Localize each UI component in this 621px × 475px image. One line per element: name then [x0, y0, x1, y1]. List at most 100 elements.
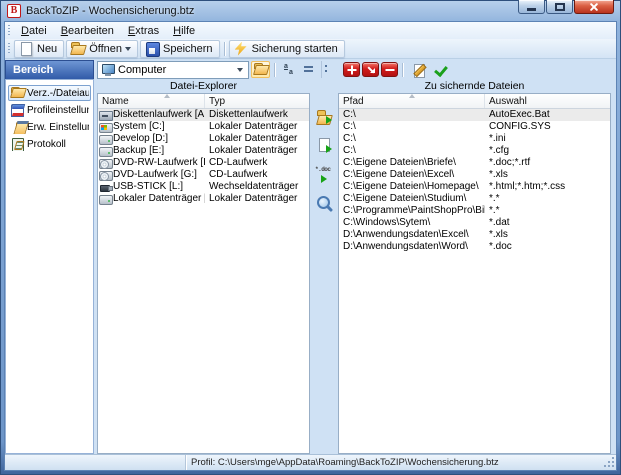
combo-dropdown-arrow[interactable]: [234, 63, 245, 77]
drive-combo[interactable]: Computer: [97, 61, 249, 79]
column-header-auswahl[interactable]: Auswahl: [485, 94, 610, 108]
save-floppy-icon: [144, 42, 160, 56]
toolbar-grip[interactable]: [8, 43, 10, 54]
drive-row[interactable]: DVD-Laufwerk [G:] CD-Laufwerk: [98, 169, 309, 181]
drive-name: Develop [D:]: [113, 133, 168, 145]
maximize-button[interactable]: [546, 0, 573, 14]
new-button-label: Neu: [37, 43, 57, 55]
drive-type: Lokaler Datenträger: [209, 121, 297, 132]
new-document-icon: [18, 42, 34, 56]
backup-path: C:\Eigene Dateien\Studium\: [343, 193, 466, 204]
start-backup-button[interactable]: Sicherung starten: [229, 40, 345, 58]
drive-type: Lokaler Datenträger: [209, 133, 297, 144]
sidebar-header: Bereich: [5, 60, 94, 79]
backup-row[interactable]: D:\Anwendungsdaten\Excel\ *.xls: [339, 229, 610, 241]
open-dropdown-arrow[interactable]: [125, 47, 131, 51]
menu-hilfe[interactable]: Hilfe: [166, 23, 202, 38]
backup-rows: C:\ AutoExec.Bat C:\ CONFIG.SYS C:\ *.in…: [339, 109, 610, 453]
drive-row[interactable]: Backup [E:] Lokaler Datenträger: [98, 145, 309, 157]
backup-row[interactable]: C:\ CONFIG.SYS: [339, 121, 610, 133]
right-toolbar-separator: [402, 63, 403, 77]
drive-row[interactable]: Diskettenlaufwerk [A:] Diskettenlaufwerk: [98, 109, 309, 121]
close-icon: [589, 2, 599, 12]
add-special-button[interactable]: [362, 62, 379, 77]
menu-bearbeiten[interactable]: Bearbeiten: [54, 23, 121, 38]
drive-name: USB-STICK [L:]: [113, 181, 183, 193]
backup-path: C:\Eigene Dateien\Homepage\: [343, 181, 479, 192]
backup-row[interactable]: C:\ *.cfg: [339, 145, 610, 157]
sidebar-item[interactable]: Verz.-/Dateiauswahl: [8, 85, 91, 101]
menu-extras[interactable]: Extras: [121, 23, 166, 38]
backup-files-panel: Zu sichernde Dateien Pfad Auswahl: [338, 80, 611, 454]
backup-caption: Zu sichernde Dateien: [338, 80, 611, 93]
drive-icon: [99, 158, 112, 169]
resize-grip[interactable]: [604, 457, 615, 468]
add-mask-button[interactable]: [313, 165, 335, 185]
save-button[interactable]: Speichern: [140, 40, 220, 58]
backup-row[interactable]: C:\Eigene Dateien\Excel\ *.xls: [339, 169, 610, 181]
new-button[interactable]: Neu: [14, 40, 64, 58]
backup-row[interactable]: C:\Eigene Dateien\Studium\ *.*: [339, 193, 610, 205]
sidebar-item[interactable]: Profileinstellungen: [8, 102, 91, 118]
close-button[interactable]: [574, 0, 614, 14]
add-entry-button[interactable]: [343, 62, 360, 77]
drive-icon: [99, 122, 112, 133]
transfer-buttons: [310, 80, 338, 454]
drive-row[interactable]: System [C:] Lokaler Datenträger: [98, 121, 309, 133]
column-header-typ[interactable]: Typ: [205, 94, 309, 108]
backup-selection: *.*: [489, 205, 500, 216]
column-header-pfad[interactable]: Pfad: [339, 94, 485, 108]
sort-button[interactable]: [281, 61, 298, 78]
backup-row[interactable]: C:\ *.ini: [339, 133, 610, 145]
file-explorer-panel: Datei-Explorer Name Typ: [97, 80, 310, 454]
minimize-icon: [527, 8, 536, 11]
drive-row[interactable]: USB-STICK [L:] Wechseldatenträger: [98, 181, 309, 193]
folder-options-button[interactable]: [251, 61, 270, 78]
backup-path: C:\: [343, 145, 356, 156]
backup-path: D:\Anwendungsdaten\Word\: [343, 241, 468, 252]
search-button[interactable]: [313, 194, 335, 214]
app-window: B BackToZIP - Wochensicherung.btz Datei …: [0, 0, 621, 475]
drive-type: CD-Laufwerk: [209, 169, 267, 180]
sidebar-item[interactable]: Protokoll: [8, 136, 91, 152]
menu-datei[interactable]: Datei: [14, 23, 54, 38]
add-file-button[interactable]: [313, 136, 335, 156]
add-folder-icon: [316, 110, 334, 126]
backup-row[interactable]: C:\Windows\Sytem\ *.dat: [339, 217, 610, 229]
sidebar-item-icon: [10, 138, 24, 150]
drive-row[interactable]: Develop [D:] Lokaler Datenträger: [98, 133, 309, 145]
toolbar-overflow[interactable]: [321, 61, 330, 78]
titlebar[interactable]: B BackToZIP - Wochensicherung.btz: [0, 0, 621, 21]
sidebar-item-label: Protokoll: [27, 139, 66, 150]
open-button[interactable]: Öffnen: [66, 40, 138, 58]
drive-row[interactable]: Lokaler Datenträger [M:] Lokaler Datentr…: [98, 193, 309, 205]
drive-icon: [99, 194, 112, 205]
backup-row[interactable]: C:\Eigene Dateien\Briefe\ *.doc;*.rtf: [339, 157, 610, 169]
sidebar-item[interactable]: Erw. Einstellungen: [8, 119, 91, 135]
column-header-name[interactable]: Name: [98, 94, 205, 108]
view-details-button[interactable]: [300, 61, 317, 78]
backup-row[interactable]: C:\Programme\PaintShopPro\Bilder\ *.*: [339, 205, 610, 217]
backup-selection: AutoExec.Bat: [489, 109, 550, 120]
backup-row[interactable]: D:\Anwendungsdaten\Word\ *.doc: [339, 241, 610, 253]
confirm-button[interactable]: [430, 61, 449, 78]
explorer-rows: Diskettenlaufwerk [A:] Diskettenlaufwerk…: [98, 109, 309, 453]
window-title: BackToZIP - Wochensicherung.btz: [26, 5, 194, 17]
drive-type: Wechseldatenträger: [209, 181, 298, 192]
menubar-grip[interactable]: [8, 25, 10, 36]
sort-arrow-icon: [409, 94, 415, 98]
drive-type: Lokaler Datenträger: [209, 145, 297, 156]
backup-row[interactable]: C:\Eigene Dateien\Homepage\ *.html;*.htm…: [339, 181, 610, 193]
minimize-button[interactable]: [518, 0, 545, 14]
add-file-icon: [314, 137, 334, 155]
sidebar-item-label: Erw. Einstellungen: [27, 122, 89, 133]
sort-az-icon: [283, 63, 296, 76]
remove-entry-button[interactable]: [381, 62, 398, 77]
backup-row[interactable]: C:\ AutoExec.Bat: [339, 109, 610, 121]
window-controls: [518, 0, 614, 14]
sidebar-item-label: Profileinstellungen: [27, 105, 89, 116]
magnifier-icon: [314, 195, 334, 213]
drive-row[interactable]: DVD-RW-Laufwerk [F:] CD-Laufwerk: [98, 157, 309, 169]
add-folder-button[interactable]: [313, 107, 335, 127]
edit-entry-button[interactable]: [409, 61, 428, 78]
